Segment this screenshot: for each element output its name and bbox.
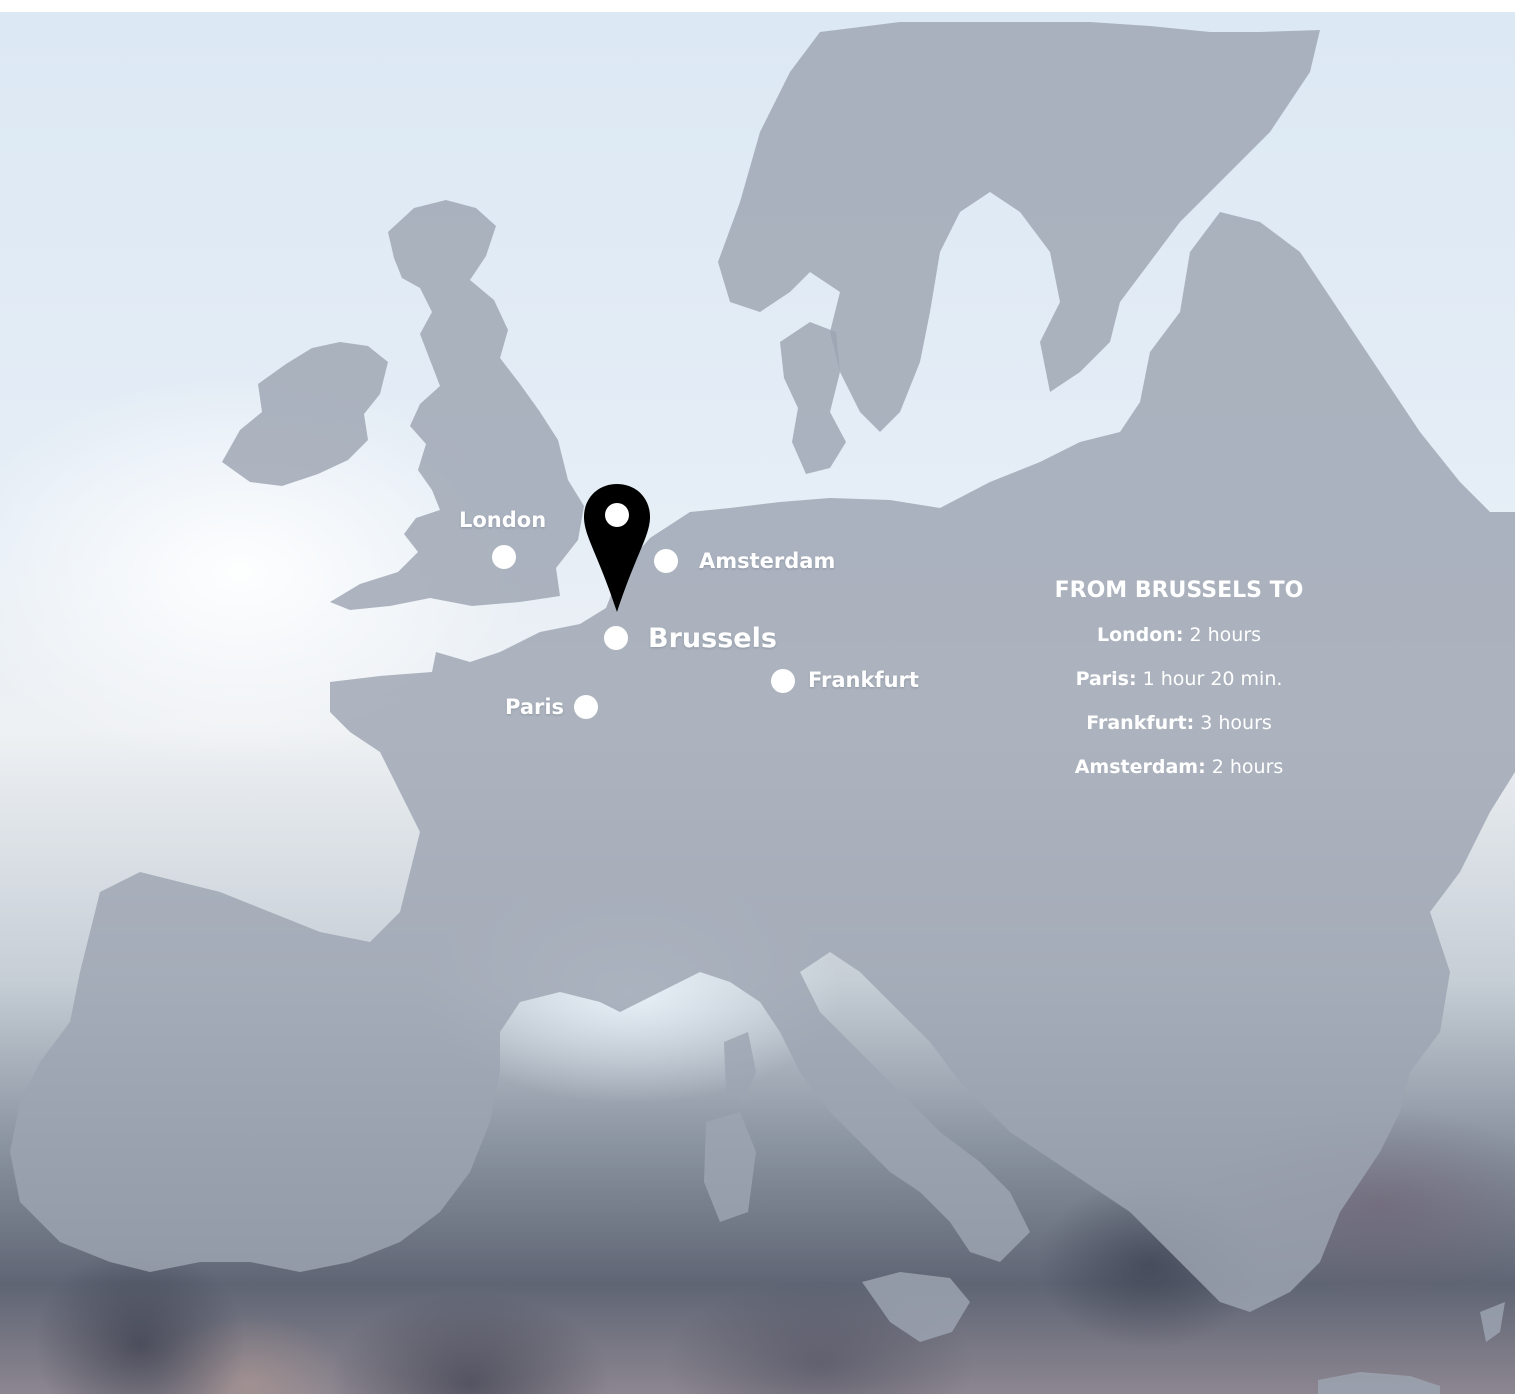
route-time: 1 hour 20 min. [1142, 668, 1283, 690]
city-label-paris: Paris [505, 695, 565, 719]
route-row: Paris: 1 hour 20 min. [1020, 667, 1338, 691]
panel-title: FROM BRUSSELS TO [1054, 578, 1304, 603]
city-dot-paris[interactable] [574, 695, 598, 719]
city-label-amsterdam: Amsterdam [699, 549, 836, 573]
route-city: London: [1096, 624, 1184, 646]
travel-times-panel: FROM BRUSSELS TO London: 2 hours Paris: … [1020, 578, 1338, 799]
city-dot-brussels[interactable] [604, 626, 628, 650]
land-east-island [1480, 1302, 1505, 1342]
land-denmark [780, 322, 846, 474]
land-ireland [222, 342, 388, 486]
land-crete [1318, 1372, 1440, 1394]
city-label-london: London [459, 508, 547, 532]
city-label-brussels: Brussels [648, 623, 777, 654]
route-row: Frankfurt: 3 hours [1020, 711, 1338, 735]
city-dot-frankfurt[interactable] [771, 669, 795, 693]
route-time: 2 hours [1189, 624, 1262, 646]
location-pin-icon[interactable] [584, 484, 650, 612]
route-time: 3 hours [1200, 712, 1272, 734]
route-city: Frankfurt: [1086, 712, 1195, 734]
route-row: Amsterdam: 2 hours [1020, 755, 1338, 779]
route-row: London: 2 hours [1020, 623, 1338, 647]
land-sicily [862, 1272, 970, 1342]
city-dot-london[interactable] [492, 545, 516, 569]
city-dot-amsterdam[interactable] [654, 549, 678, 573]
map-background: London Amsterdam Brussels Frankfurt Pari… [0, 12, 1515, 1394]
land-corsica [724, 1032, 756, 1102]
city-label-frankfurt: Frankfurt [808, 668, 919, 692]
route-city: Amsterdam: [1074, 756, 1206, 778]
land-sardinia [704, 1112, 756, 1222]
route-city: Paris: [1075, 668, 1137, 690]
route-time: 2 hours [1211, 756, 1284, 778]
